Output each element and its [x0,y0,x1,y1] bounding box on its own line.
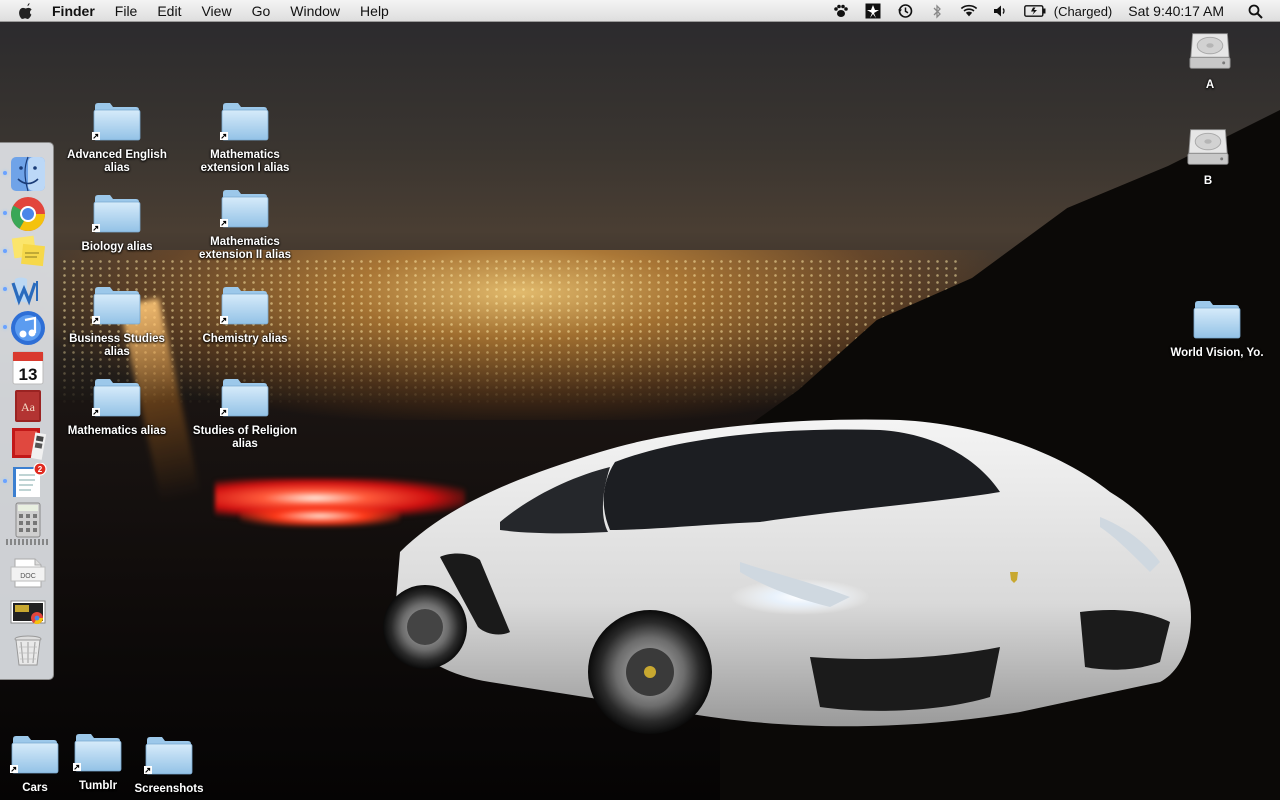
wallpaper-car [383,419,1191,734]
chrome-icon[interactable] [9,195,47,233]
folder-mathematics-extension-ii-alias[interactable]: Mathematics extension II alias [190,187,300,262]
battery-status[interactable]: (Charged) [1054,4,1113,19]
folder-chemistry-alias[interactable]: Chemistry alias [190,284,300,346]
folder-label: Chemistry alias [202,333,288,345]
word-icon[interactable] [9,271,47,309]
folder-label: Studies of Religion alias [192,425,298,450]
drive-label: A [1205,79,1215,91]
dock-running-indicator [3,325,7,329]
menu-go[interactable]: Go [252,3,271,19]
wallpaper-tail-light-trail-2 [240,505,400,527]
drive-b[interactable]: B [1153,126,1263,188]
dock-separator [6,539,48,545]
folder-icon [92,192,142,234]
hard-drive-icon [1185,30,1235,72]
folder-label: Mathematics alias [67,425,167,437]
folder-label: Mathematics extension I alias [200,149,290,174]
folder-label: Advanced English alias [67,149,167,174]
itunes-icon[interactable] [9,309,47,347]
wifi-icon[interactable] [960,3,978,19]
folder-icon [92,376,142,418]
folder-advanced-english-alias[interactable]: Advanced English alias [62,100,172,175]
address-book-badge: 2 [38,465,43,474]
folder-icon [220,187,270,229]
svg-text:13: 13 [19,365,38,384]
folder-icon [220,376,270,418]
bluetooth-icon[interactable] [928,3,946,19]
photo-booth-icon[interactable] [9,425,47,463]
folder-label: World Vision, Yo. [1170,347,1264,359]
dock: 13 Aa 2 DOC [0,142,54,680]
folder-studies-of-religion-alias[interactable]: Studies of Religion alias [190,376,300,451]
folder-icon [220,284,270,326]
hard-drive-icon [1183,126,1233,168]
stack-icon[interactable] [864,3,882,19]
screenshot-stack-icon[interactable] [9,593,47,631]
folder-label: Mathematics extension II alias [198,236,292,261]
menu-edit[interactable]: Edit [157,3,181,19]
svg-text:Aa: Aa [21,400,36,414]
dictionary-icon[interactable]: Aa [9,387,47,425]
menu-view[interactable]: View [201,3,231,19]
folder-icon [220,100,270,142]
menu-file[interactable]: File [115,3,138,19]
folder-biology-alias[interactable]: Biology alias [62,192,172,254]
menu-bar: Finder File Edit View Go Window Help (Ch… [0,0,1280,22]
dock-running-indicator [3,171,7,175]
volume-icon[interactable] [992,3,1010,19]
drive-a[interactable]: A [1155,30,1265,92]
folder-label: Biology alias [81,241,153,253]
folder-mathematics-extension-i-alias[interactable]: Mathematics extension I alias [190,100,300,175]
calculator-icon[interactable] [9,501,47,539]
folder-icon [1192,298,1242,340]
dock-running-indicator [3,479,7,483]
time-machine-icon[interactable] [896,3,914,19]
document-label: DOC [20,573,36,580]
folder-mathematics-alias[interactable]: Mathematics alias [62,376,172,438]
folder-label: Screenshots [134,783,204,795]
paw-icon[interactable] [832,3,850,19]
folder-world-vision-yo[interactable]: World Vision, Yo. [1162,298,1272,360]
dock-running-indicator [3,287,7,291]
folder-icon [92,284,142,326]
ical-icon[interactable]: 13 [9,349,47,387]
folder-label: Business Studies alias [69,333,165,358]
menu-window[interactable]: Window [290,3,340,19]
status-area: (Charged) Sat 9:40:17 AM [826,0,1272,22]
document-icon[interactable]: DOC [9,553,47,591]
stickies-icon[interactable] [9,233,47,271]
menu-clock[interactable]: Sat 9:40:17 AM [1128,3,1224,19]
folder-screenshots[interactable]: Screenshots [114,734,224,796]
folder-business-studies-alias[interactable]: Business Studies alias [62,284,172,359]
address-book-icon[interactable]: 2 [9,462,47,501]
spotlight-icon[interactable] [1246,3,1264,19]
drive-label: B [1203,175,1213,187]
dock-running-indicator [3,211,7,215]
trash-icon[interactable] [9,631,47,669]
battery-icon[interactable] [1023,3,1046,19]
dock-running-indicator [3,249,7,253]
menu-app-finder[interactable]: Finder [52,3,95,19]
apple-menu-icon[interactable] [18,2,38,20]
menu-help[interactable]: Help [360,3,389,19]
folder-icon [144,734,194,776]
folder-icon [92,100,142,142]
finder-icon[interactable] [9,155,47,193]
